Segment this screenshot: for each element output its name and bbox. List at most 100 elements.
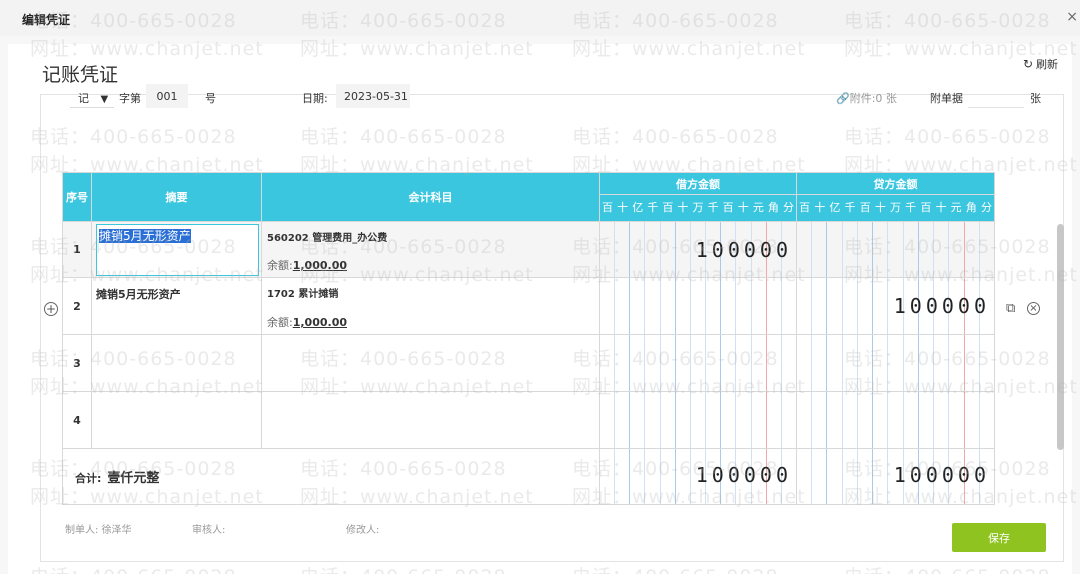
digit-ruling-line (691, 278, 707, 334)
digit-unit-label: 万 (692, 201, 704, 214)
refresh-button[interactable]: ↻ 刷新 (1023, 56, 1058, 72)
voucher-word-select[interactable]: 记 ▼ (70, 84, 114, 108)
copy-row-icon[interactable]: ⧉ (1006, 301, 1015, 316)
header-debit: 借方金额 (599, 172, 797, 195)
debit-amount-cell[interactable] (599, 334, 797, 392)
debit-digit-units: 百十亿千百十万千百十元角分 (599, 194, 797, 222)
header-summary: 摘要 (91, 172, 262, 222)
total-credit-amount: 100000 (893, 463, 990, 487)
digit-unit-label: 分 (980, 201, 992, 214)
digit-ruling-line (904, 335, 919, 391)
digit-ruling-line (980, 335, 994, 391)
table-row: 1 摊销5月无形资产 560202 管理费用_办公费 余额:1,000.00 1… (62, 221, 995, 278)
digit-ruling-line (630, 392, 646, 448)
debit-amount-cell[interactable]: 100000 (599, 221, 797, 278)
digit-ruling-line (645, 392, 661, 448)
digit-unit-label: 元 (752, 201, 764, 214)
digit-ruling-line (843, 222, 858, 277)
digit-ruling-line (827, 222, 843, 277)
digit-ruling-line (873, 449, 889, 504)
summary-cell[interactable] (91, 334, 262, 392)
digit-unit-label: 百 (662, 201, 674, 214)
dialog-title: 编辑凭证 (22, 13, 71, 27)
digit-ruling-line (858, 335, 874, 391)
total-debit-cell: 100000 (599, 448, 797, 505)
voucher-number-input[interactable]: 001 (146, 84, 188, 108)
table-row: 3 (62, 334, 995, 392)
digit-ruling-line (812, 392, 828, 448)
digit-ruling-line (615, 392, 631, 448)
date-input[interactable]: 2023-05-31 (336, 84, 410, 108)
digit-ruling-line (949, 222, 965, 277)
digit-ruling-line (630, 449, 646, 504)
row-seq: 3 (62, 334, 92, 392)
digit-ruling-line (904, 222, 919, 277)
total-credit-cell: 100000 (796, 448, 995, 505)
digit-ruling-line (721, 278, 737, 334)
digit-ruling-line (600, 278, 616, 334)
account-cell[interactable]: 560202 管理费用_办公费 余额:1,000.00 (261, 221, 600, 278)
account-cell[interactable] (261, 391, 600, 449)
digit-ruling-line (827, 278, 843, 334)
credit-amount-cell[interactable] (796, 391, 995, 449)
digit-unit-label: 角 (767, 201, 779, 214)
digit-ruling-line (980, 222, 994, 277)
delete-row-icon[interactable]: × (1027, 302, 1040, 315)
row-seq: 4 (62, 391, 92, 449)
add-row-icon[interactable]: + (44, 302, 58, 316)
dialog-titlebar: 编辑凭证 × (0, 0, 1080, 36)
save-button[interactable]: 保存 (952, 523, 1046, 552)
digit-unit-label: 亿 (829, 201, 841, 214)
digit-ruling-line (812, 449, 828, 504)
credit-amount-cell[interactable] (796, 334, 995, 392)
account-cell[interactable]: 1702 累计摊销 余额:1,000.00 (261, 277, 600, 335)
digit-ruling-line (843, 335, 858, 391)
debit-amount-cell[interactable] (599, 277, 797, 335)
summary-cell[interactable] (91, 391, 262, 449)
header-account: 会计科目 (261, 172, 600, 222)
balance-value: 1,000.00 (292, 316, 347, 329)
digit-ruling-line (888, 222, 904, 277)
chevron-down-icon: ▼ (100, 94, 109, 105)
digit-ruling-line (858, 222, 874, 277)
digit-ruling-line (600, 222, 616, 277)
date-label: 日期: (302, 92, 328, 105)
summary-input[interactable]: 摊销5月无形资产 (96, 224, 259, 276)
digit-ruling-line (965, 392, 980, 448)
digit-ruling-line (919, 335, 935, 391)
summary-cell[interactable]: 摊销5月无形资产 (91, 221, 262, 278)
digit-ruling-line (812, 278, 828, 334)
digit-ruling-line (782, 392, 796, 448)
digit-ruling-line (691, 392, 707, 448)
credit-amount: 100000 (893, 294, 990, 318)
reviewer-info: 审核人: (192, 521, 225, 536)
credit-amount-cell[interactable] (796, 221, 995, 278)
digit-ruling-line (661, 449, 676, 504)
digit-ruling-line (645, 449, 661, 504)
attach-count-input[interactable] (968, 84, 1024, 108)
credit-amount-cell[interactable]: 100000 (796, 277, 995, 335)
close-icon[interactable]: × (1066, 9, 1078, 25)
digit-ruling-line (645, 222, 661, 277)
digit-ruling-line (691, 335, 707, 391)
digit-ruling-line (676, 222, 691, 277)
balance-label: 余额: (267, 316, 293, 329)
digit-ruling-line (661, 392, 676, 448)
digit-ruling-line (630, 222, 646, 277)
attachment-link[interactable]: 🔗附件:0 张 (836, 90, 897, 106)
vertical-scrollbar[interactable] (1057, 224, 1064, 450)
digit-ruling-line (676, 392, 691, 448)
digit-ruling-line (736, 278, 752, 334)
account-cell[interactable] (261, 334, 600, 392)
digit-ruling-line (736, 392, 752, 448)
digit-ruling-line (965, 335, 980, 391)
account-balance: 余额:1,000.00 (267, 314, 347, 330)
digit-ruling-line (782, 278, 796, 334)
debit-amount-cell[interactable] (599, 391, 797, 449)
digit-unit-label: 十 (677, 201, 689, 214)
paperclip-icon: 🔗 (836, 92, 850, 105)
summary-cell[interactable]: 摊销5月无形资产 (91, 277, 262, 335)
digit-ruling-line (630, 335, 646, 391)
total-debit-amount: 100000 (695, 463, 792, 487)
digit-unit-label: 千 (707, 201, 719, 214)
